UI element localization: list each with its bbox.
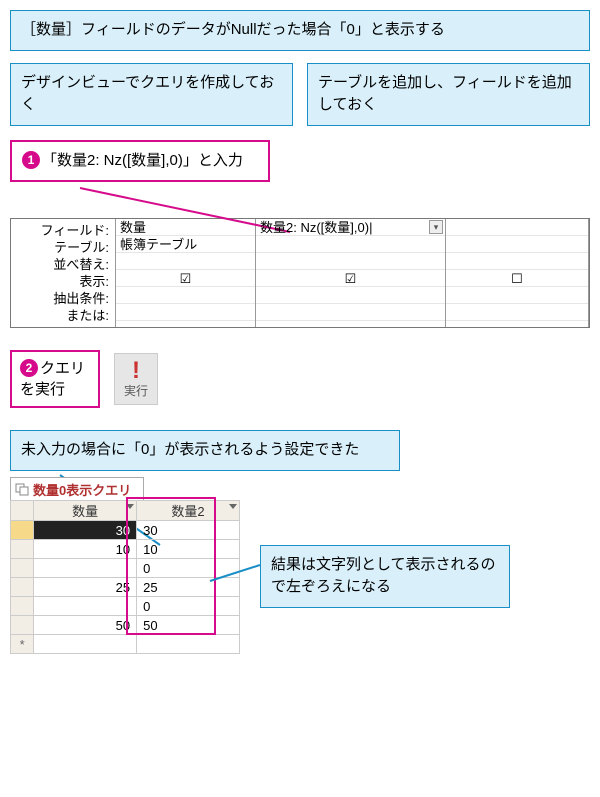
side-leader xyxy=(210,565,270,585)
cell-qty2[interactable]: 0 xyxy=(137,597,240,616)
result-note-callout: 未入力の場合に「0」が表示されるよう設定できた xyxy=(10,430,400,471)
prep-right-callout: テーブルを追加し、フィールドを追加しておく xyxy=(307,63,590,126)
col2-field[interactable]: 数量2: Nz([数量],0)| ▾ xyxy=(256,219,445,236)
row-selector[interactable] xyxy=(11,559,34,578)
col3-show-checkbox[interactable]: ☐ xyxy=(446,270,588,287)
field-dropdown-icon[interactable]: ▾ xyxy=(429,220,443,234)
cell-qty[interactable]: 25 xyxy=(34,578,137,597)
table-row[interactable]: 30 30 xyxy=(11,521,240,540)
query-tab[interactable]: 数量0表示クエリ xyxy=(10,477,144,500)
col1-sort[interactable] xyxy=(116,253,255,270)
design-grid-col-2[interactable]: 数量2: Nz([数量],0)| ▾ ☑ xyxy=(256,219,446,327)
intro-callout: ［数量］フィールドのデータがNullだった場合「0」と表示する xyxy=(10,10,590,51)
cell-qty[interactable]: 10 xyxy=(34,540,137,559)
col2-sort[interactable] xyxy=(256,253,445,270)
row-selector[interactable] xyxy=(11,521,34,540)
result-table: 数量 数量2 30 30 10 10 xyxy=(10,500,240,654)
step1-text: 「数量2: Nz([数量],0)」と入力 xyxy=(42,152,243,169)
col2-criteria[interactable] xyxy=(256,287,445,304)
table-row[interactable]: 50 50 xyxy=(11,616,240,635)
step2-callout: 2クエリを実行 xyxy=(10,350,100,408)
col3-criteria[interactable] xyxy=(446,287,588,304)
table-row[interactable]: 25 25 xyxy=(11,578,240,597)
cell-qty[interactable]: 30 xyxy=(34,521,137,540)
label-or: または: xyxy=(13,307,109,324)
step1-number: 1 xyxy=(22,151,40,169)
dropdown-icon[interactable] xyxy=(229,504,237,509)
dropdown-icon[interactable] xyxy=(126,504,134,509)
cell-qty2[interactable]: 30 xyxy=(137,521,240,540)
step1-callout: 1「数量2: Nz([数量],0)」と入力 xyxy=(10,140,270,183)
step2-number: 2 xyxy=(20,359,38,377)
result-header-qty[interactable]: 数量 xyxy=(34,501,137,521)
result-datasheet-wrap: 数量0表示クエリ 数量 数量2 30 30 xyxy=(10,477,590,655)
cell-qty[interactable] xyxy=(34,635,137,654)
col3-field[interactable] xyxy=(446,219,588,236)
col3-or[interactable] xyxy=(446,304,588,321)
col2-or[interactable] xyxy=(256,304,445,321)
col3-sort[interactable] xyxy=(446,253,588,270)
query-tab-label: 数量0表示クエリ xyxy=(33,480,131,499)
label-sort: 並べ替え: xyxy=(13,256,109,273)
col1-show-checkbox[interactable]: ☑ xyxy=(116,270,255,287)
table-row[interactable]: 10 10 xyxy=(11,540,240,559)
row-selector[interactable] xyxy=(11,540,34,559)
col2-show-checkbox[interactable]: ☑ xyxy=(256,270,445,287)
cell-qty2[interactable] xyxy=(137,635,240,654)
col3-table[interactable] xyxy=(446,236,588,253)
row-selector[interactable] xyxy=(11,597,34,616)
text-cursor-icon: | xyxy=(369,220,372,235)
result-corner-cell[interactable] xyxy=(11,501,34,521)
result-header-qty-label: 数量 xyxy=(72,504,98,519)
query-icon xyxy=(15,482,29,496)
cell-qty2[interactable]: 10 xyxy=(137,540,240,559)
result-header-qty2[interactable]: 数量2 xyxy=(137,501,240,521)
cell-qty[interactable] xyxy=(34,597,137,616)
col2-field-text: 数量2: Nz([数量],0) xyxy=(260,220,369,235)
design-grid-col-3[interactable]: ☐ xyxy=(446,219,589,327)
cell-qty[interactable]: 50 xyxy=(34,616,137,635)
prep-left-callout: デザインビューでクエリを作成しておく xyxy=(10,63,293,126)
col1-or[interactable] xyxy=(116,304,255,321)
row-selector[interactable] xyxy=(11,616,34,635)
row-selector[interactable] xyxy=(11,578,34,597)
new-row-marker: * xyxy=(11,635,34,654)
result-tbody: 30 30 10 10 0 25 25 0 xyxy=(11,521,240,654)
run-button-label: 実行 xyxy=(124,382,148,399)
table-row[interactable]: 0 xyxy=(11,559,240,578)
result-header-qty2-label: 数量2 xyxy=(171,504,204,519)
exclamation-icon: ! xyxy=(132,360,140,382)
col1-criteria[interactable] xyxy=(116,287,255,304)
cell-qty[interactable] xyxy=(34,559,137,578)
table-row[interactable]: 0 xyxy=(11,597,240,616)
label-show: 表示: xyxy=(13,273,109,290)
new-row[interactable]: * xyxy=(11,635,240,654)
label-criteria: 抽出条件: xyxy=(13,290,109,307)
result-side-callout: 結果は文字列として表示されるので左ぞろえになる xyxy=(260,545,510,608)
run-query-button[interactable]: ! 実行 xyxy=(114,353,158,405)
cell-qty2[interactable]: 50 xyxy=(137,616,240,635)
